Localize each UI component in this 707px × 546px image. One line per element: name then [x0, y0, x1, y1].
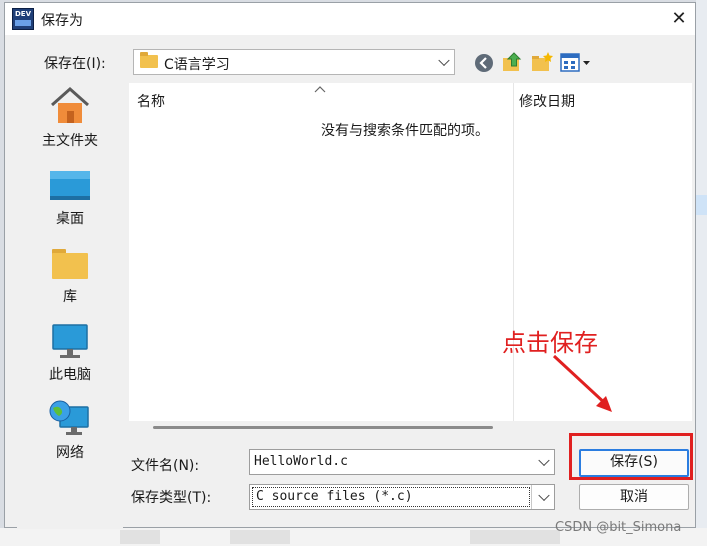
- close-button[interactable]: ✕: [667, 7, 691, 31]
- library-folder-icon: [52, 249, 88, 279]
- new-folder-button[interactable]: [530, 51, 554, 73]
- chevron-down-icon: [438, 54, 450, 67]
- close-icon: ✕: [671, 8, 687, 29]
- column-header-date-modified[interactable]: 修改日期: [519, 91, 575, 111]
- cancel-button[interactable]: 取消: [579, 484, 689, 510]
- sort-ascending-icon: [314, 81, 326, 93]
- place-label: 此电脑: [49, 367, 91, 383]
- network-globe-icon: [49, 400, 89, 435]
- place-this-pc[interactable]: 此电脑: [17, 323, 123, 385]
- save-in-value: C语言学习: [164, 57, 230, 73]
- column-header-name[interactable]: 名称: [137, 91, 165, 111]
- save-in-dropdown[interactable]: C语言学习: [133, 49, 455, 75]
- computer-monitor-icon: [52, 324, 88, 358]
- place-label: 库: [63, 289, 77, 305]
- up-folder-button[interactable]: [500, 50, 524, 74]
- filetype-label: 保存类型(T):: [131, 490, 212, 506]
- horizontal-scrollbar[interactable]: [153, 426, 493, 429]
- places-bar: 主文件夹 桌面 库 此电脑 网络: [17, 79, 123, 529]
- place-desktop[interactable]: 桌面: [17, 167, 123, 229]
- chevron-down-icon: [538, 489, 550, 502]
- place-home[interactable]: 主文件夹: [17, 85, 123, 155]
- filename-label: 文件名(N):: [131, 458, 200, 474]
- title-bar: DEV 保存为 ✕: [5, 3, 695, 35]
- devcpp-app-icon: DEV: [12, 8, 34, 30]
- folder-icon: [140, 52, 158, 68]
- filetype-dropdown[interactable]: C source files (*.c): [249, 484, 555, 510]
- up-folder-icon: [503, 52, 522, 71]
- annotation-highlight-box: [569, 433, 693, 480]
- column-divider: [513, 83, 514, 421]
- annotation-arrow-icon: [552, 354, 612, 412]
- place-library[interactable]: 库: [17, 245, 123, 307]
- watermark: CSDN @bit_Simona: [555, 520, 682, 535]
- back-button[interactable]: [473, 52, 495, 74]
- filetype-value: C source files (*.c): [256, 489, 413, 504]
- place-network[interactable]: 网络: [17, 399, 123, 463]
- view-menu-button[interactable]: [560, 52, 594, 74]
- background-window-edge: [696, 0, 707, 546]
- save-in-label: 保存在(I):: [44, 56, 106, 72]
- filename-input[interactable]: HelloWorld.c: [254, 454, 348, 469]
- desktop-icon: [50, 171, 90, 200]
- new-folder-icon: [532, 52, 553, 71]
- place-label: 网络: [56, 445, 84, 461]
- place-label: 主文件夹: [42, 133, 98, 149]
- filename-combo[interactable]: HelloWorld.c: [249, 449, 555, 475]
- back-arrow-icon: [475, 54, 493, 72]
- dialog-title: 保存为: [41, 13, 83, 29]
- view-grid-icon: [560, 53, 590, 72]
- place-label: 桌面: [56, 211, 84, 227]
- home-icon: [51, 86, 89, 123]
- empty-list-message: 没有与搜索条件匹配的项。: [321, 123, 489, 139]
- chevron-down-icon[interactable]: [538, 454, 550, 467]
